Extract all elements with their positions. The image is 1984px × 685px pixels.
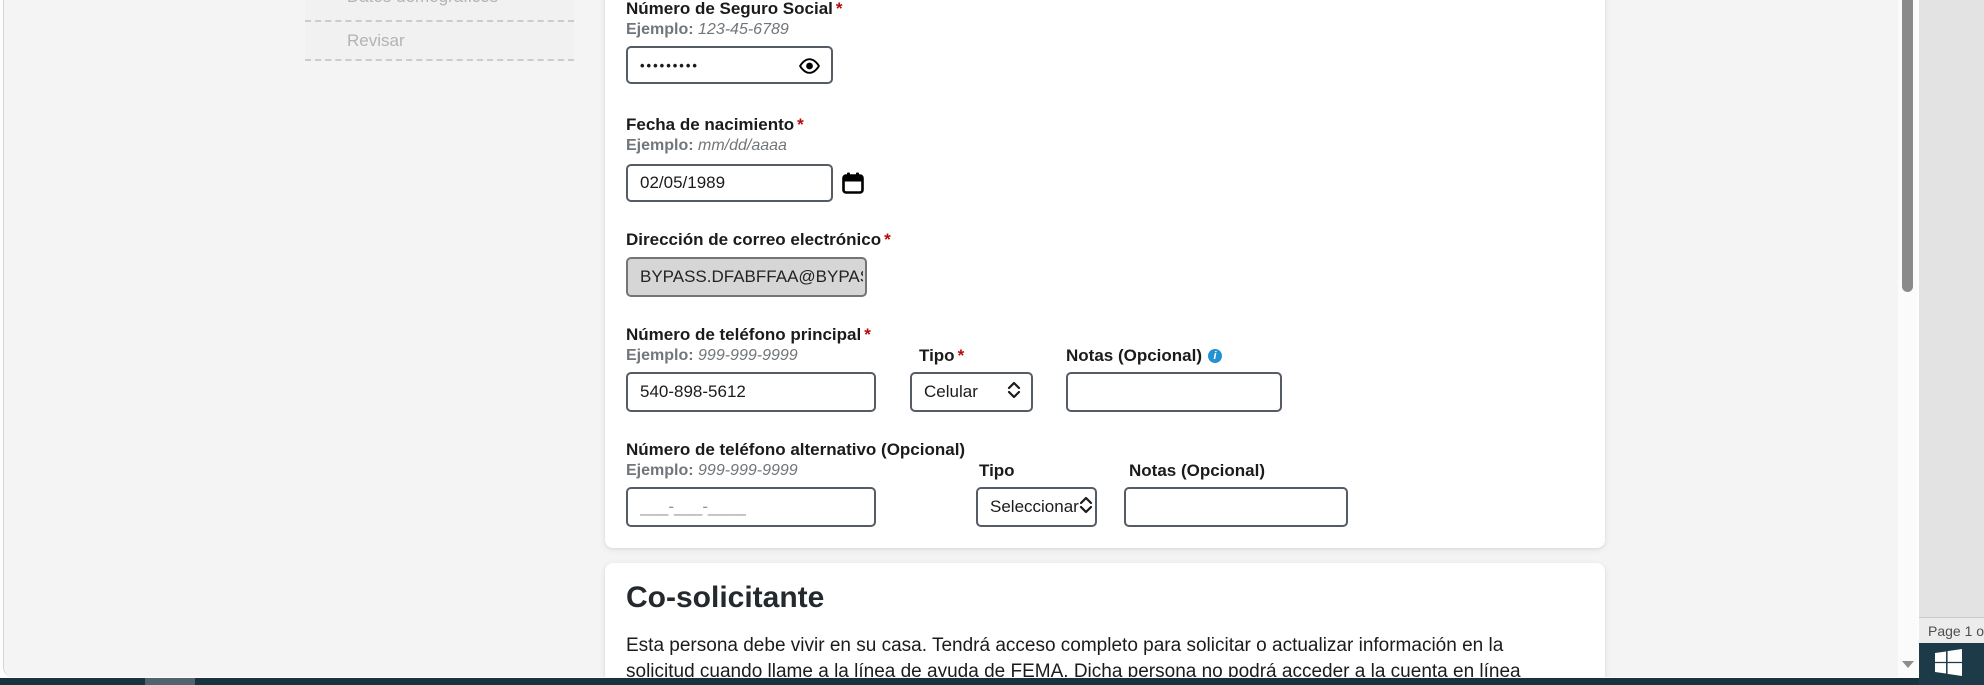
dob-label: Fecha de nacimiento* [626, 115, 804, 135]
required-asterisk: * [797, 115, 804, 134]
sidebar-item-revisar[interactable]: Revisar [305, 22, 574, 61]
email-input[interactable] [626, 257, 867, 297]
alt-phone-input[interactable] [626, 487, 876, 527]
contact-info-form-card: Número de Seguro Social* Ejemplo: 123-45… [605, 0, 1605, 548]
alt-phone-type-select[interactable]: Seleccionar [976, 487, 1097, 527]
info-icon[interactable]: i [1208, 349, 1222, 363]
primary-phone-type-label: Tipo* [919, 346, 964, 366]
ssn-label: Número de Seguro Social* [626, 0, 843, 19]
required-asterisk: * [884, 230, 891, 249]
windows-start-button[interactable] [1919, 643, 1984, 685]
email-label: Dirección de correo electrónico* [626, 230, 891, 250]
windows-logo-icon [1935, 649, 1962, 679]
desktop-right-strip: Page 1 of [1919, 0, 1984, 685]
page-indicator: Page 1 of [1919, 617, 1984, 643]
calendar-icon [841, 183, 865, 198]
sidebar-item-label: Datos demográficos [347, 0, 498, 7]
eye-icon [798, 62, 821, 77]
primary-phone-input[interactable] [626, 372, 876, 412]
taskbar-active-app-button[interactable] [145, 678, 195, 685]
alt-phone-type-label: Tipo [979, 461, 1015, 481]
primary-phone-label: Número de teléfono principal* [626, 325, 871, 345]
select-value: Celular [924, 382, 978, 402]
alt-phone-notes-input[interactable] [1124, 487, 1348, 527]
sidebar-item-label: Revisar [347, 31, 405, 51]
chevron-up-down-icon [1079, 495, 1093, 520]
scrollbar-down-arrow-icon[interactable] [1902, 661, 1914, 668]
select-value: Seleccionar [990, 497, 1079, 517]
co-applicant-card: Co-solicitante Esta persona debe vivir e… [605, 563, 1605, 677]
show-ssn-button[interactable] [798, 58, 821, 74]
required-asterisk: * [836, 0, 843, 18]
ssn-example: Ejemplo: 123-45-6789 [626, 21, 789, 39]
primary-phone-notes-label: Notas (Opcional)i [1066, 346, 1222, 366]
required-asterisk: * [958, 346, 965, 365]
open-datepicker-button[interactable] [841, 171, 865, 195]
required-asterisk: * [864, 325, 871, 344]
dob-example: Ejemplo: mm/dd/aaaa [626, 137, 787, 155]
chevron-up-down-icon [1007, 380, 1021, 405]
primary-phone-example: Ejemplo: 999-999-9999 [626, 347, 798, 365]
application-step-nav: Datos demográficos Revisar [305, 0, 574, 61]
scrollbar-thumb[interactable] [1902, 0, 1913, 292]
sidebar-item-datos-demograficos[interactable]: Datos demográficos [305, 0, 574, 22]
primary-phone-type-select[interactable]: Celular [910, 372, 1033, 412]
alt-phone-notes-label: Notas (Opcional) [1129, 461, 1265, 481]
vertical-scrollbar[interactable] [1898, 0, 1917, 677]
co-applicant-description: Esta persona debe vivir en su casa. Tend… [626, 633, 1574, 677]
co-applicant-title: Co-solicitante [626, 581, 824, 615]
primary-phone-notes-input[interactable] [1066, 372, 1282, 412]
dob-input[interactable] [626, 164, 833, 202]
browser-content-area: Datos demográficos Revisar Número de Seg… [3, 0, 1917, 677]
windows-taskbar[interactable] [0, 678, 1919, 685]
alt-phone-example: Ejemplo: 999-999-9999 [626, 462, 798, 480]
alt-phone-label: Número de teléfono alternativo (Opcional… [626, 440, 965, 460]
